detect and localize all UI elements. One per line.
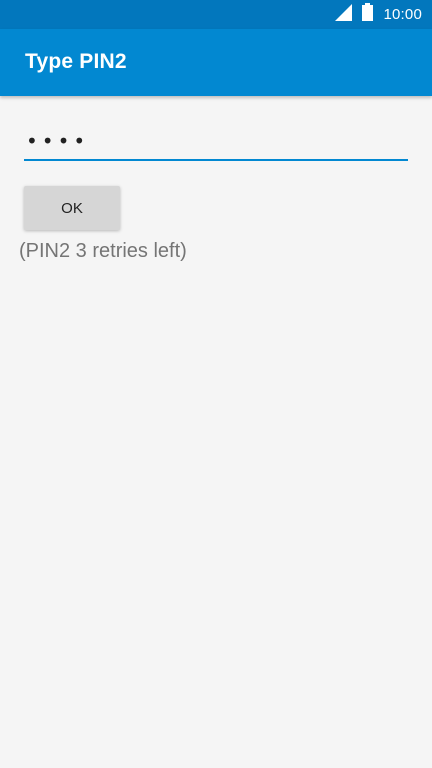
battery-icon (362, 3, 374, 26)
signal-icon (335, 3, 353, 26)
page-title: Type PIN2 (25, 50, 127, 73)
status-time: 10:00 (383, 6, 422, 23)
ok-button[interactable]: OK (24, 186, 120, 230)
pin2-input-value: •••• (26, 129, 90, 153)
status-bar: 10:00 (0, 0, 432, 29)
app-bar: Type PIN2 (0, 29, 432, 96)
retries-left-message: (PIN2 3 retries left) (19, 240, 187, 262)
pin2-input[interactable]: •••• (24, 123, 408, 161)
status-icons: 10:00 (335, 0, 422, 29)
